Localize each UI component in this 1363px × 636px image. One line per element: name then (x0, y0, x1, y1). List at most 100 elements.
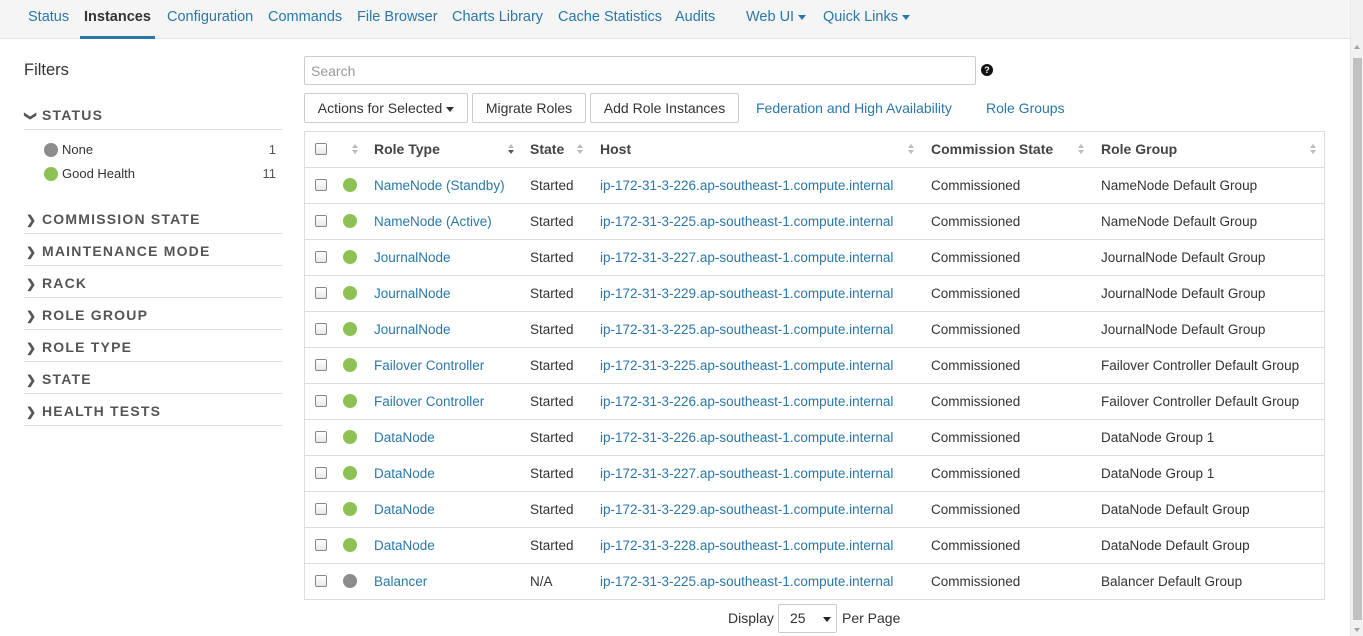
page-scrollbar[interactable] (1350, 0, 1363, 636)
filter-section-rack[interactable]: ❯ RACK (24, 274, 282, 298)
sort-role-group-icon[interactable] (1310, 144, 1316, 155)
filter-section-role-type[interactable]: ❯ ROLE TYPE (24, 338, 282, 362)
scroll-up-icon[interactable] (1354, 45, 1360, 49)
commission-state-cell: Commissioned (931, 538, 1021, 553)
table-row[interactable]: Failover Controller Started ip-172-31-3-22… (305, 347, 1324, 383)
column-header-role-type[interactable]: Role Type (374, 132, 440, 167)
host-link[interactable]: ip-172-31-3-226.ap-southeast-1.compute.i… (600, 420, 893, 455)
role-type-link[interactable]: NameNode (Active) (374, 204, 492, 239)
tab-status[interactable]: Status (28, 0, 69, 39)
row-checkbox[interactable] (315, 179, 327, 191)
role-type-link[interactable]: Balancer (374, 564, 427, 599)
search-input[interactable] (304, 56, 976, 85)
row-checkbox[interactable] (315, 359, 327, 371)
tab-instances[interactable]: Instances (80, 0, 155, 39)
sort-desc-icon[interactable] (508, 144, 514, 155)
sort-host-icon[interactable] (908, 144, 914, 155)
table-row[interactable]: NameNode (Standby) Started ip-172-31-3-226… (305, 167, 1324, 203)
host-link[interactable]: ip-172-31-3-226.ap-southeast-1.compute.i… (600, 384, 893, 419)
federation-ha-link[interactable]: Federation and High Availability (756, 100, 952, 116)
row-checkbox[interactable] (315, 395, 327, 407)
row-checkbox[interactable] (315, 251, 327, 263)
scroll-down-icon[interactable] (1354, 628, 1360, 632)
host-link[interactable]: ip-172-31-3-228.ap-southeast-1.compute.i… (600, 528, 893, 563)
table-row[interactable]: Balancer N/A ip-172-31-3-225.ap-southeast-… (305, 563, 1324, 599)
role-type-link[interactable]: Failover Controller (374, 384, 484, 419)
filter-section-commission-state[interactable]: ❯ COMMISSION STATE (24, 210, 282, 234)
filter-section-status[interactable]: ❯ STATUS (24, 106, 282, 130)
host-link[interactable]: ip-172-31-3-225.ap-southeast-1.compute.i… (600, 348, 893, 383)
sort-health-icon[interactable] (352, 144, 358, 155)
table-row[interactable]: DataNode Started ip-172-31-3-229.ap-southe… (305, 491, 1324, 527)
row-checkbox[interactable] (315, 539, 327, 551)
chevron-right-icon: ❯ (26, 341, 37, 355)
column-header-role-group[interactable]: Role Group (1101, 132, 1177, 167)
host-link[interactable]: ip-172-31-3-225.ap-southeast-1.compute.i… (600, 312, 893, 347)
table-row[interactable]: DataNode Started ip-172-31-3-227.ap-southe… (305, 455, 1324, 491)
actions-for-selected-button[interactable]: Actions for Selected (304, 93, 468, 123)
table-row[interactable]: JournalNode Started ip-172-31-3-227.ap-sou… (305, 239, 1324, 275)
host-link[interactable]: ip-172-31-3-229.ap-southeast-1.compute.i… (600, 492, 893, 527)
tab-file-browser[interactable]: File Browser (357, 0, 438, 39)
filter-section-health-tests[interactable]: ❯ HEALTH TESTS (24, 402, 282, 426)
commission-state-cell: Commissioned (931, 250, 1021, 265)
table-row[interactable]: JournalNode Started ip-172-31-3-225.ap-sou… (305, 311, 1324, 347)
role-type-link[interactable]: JournalNode (374, 312, 451, 347)
tab-audits[interactable]: Audits (675, 0, 715, 39)
role-groups-link[interactable]: Role Groups (986, 100, 1065, 116)
row-checkbox[interactable] (315, 323, 327, 335)
column-header-commission-state[interactable]: Commission State (931, 132, 1053, 167)
commission-state-cell: Commissioned (931, 286, 1021, 301)
tab-configuration[interactable]: Configuration (167, 0, 253, 39)
role-type-link[interactable]: NameNode (Standby) (374, 168, 505, 203)
host-link[interactable]: ip-172-31-3-225.ap-southeast-1.compute.i… (600, 204, 893, 239)
add-role-instances-button[interactable]: Add Role Instances (590, 93, 739, 123)
tab-charts-library[interactable]: Charts Library (452, 0, 543, 39)
row-checkbox[interactable] (315, 575, 327, 587)
sort-state-icon[interactable] (577, 144, 583, 155)
filter-item-count: 11 (262, 166, 277, 181)
menu-web-ui[interactable]: Web UI (746, 0, 807, 39)
scrollbar-thumb[interactable] (1353, 58, 1362, 620)
row-checkbox[interactable] (315, 287, 327, 299)
host-link[interactable]: ip-172-31-3-225.ap-southeast-1.compute.i… (600, 564, 893, 599)
column-header-state[interactable]: State (530, 132, 564, 167)
role-type-link[interactable]: DataNode (374, 528, 435, 563)
host-link[interactable]: ip-172-31-3-229.ap-southeast-1.compute.i… (600, 276, 893, 311)
role-type-link[interactable]: DataNode (374, 456, 435, 491)
tab-cache-statistics[interactable]: Cache Statistics (558, 0, 662, 39)
filter-section-state[interactable]: ❯ STATE (24, 370, 282, 394)
select-all-checkbox[interactable] (315, 143, 327, 155)
row-checkbox[interactable] (315, 467, 327, 479)
column-header-host[interactable]: Host (600, 132, 631, 167)
table-row[interactable]: Failover Controller Started ip-172-31-3-22… (305, 383, 1324, 419)
tab-commands[interactable]: Commands (268, 0, 342, 39)
role-type-link[interactable]: DataNode (374, 492, 435, 527)
filter-item-good-health[interactable]: Good Health 11 (44, 165, 276, 185)
table-row[interactable]: DataNode Started ip-172-31-3-226.ap-southe… (305, 419, 1324, 455)
commission-state-cell: Commissioned (931, 502, 1021, 517)
host-link[interactable]: ip-172-31-3-227.ap-southeast-1.compute.i… (600, 456, 893, 491)
host-link[interactable]: ip-172-31-3-226.ap-southeast-1.compute.i… (600, 168, 893, 203)
role-type-link[interactable]: DataNode (374, 420, 435, 455)
filter-section-role-group[interactable]: ❯ ROLE GROUP (24, 306, 282, 330)
table-row[interactable]: JournalNode Started ip-172-31-3-229.ap-sou… (305, 275, 1324, 311)
filter-item-none[interactable]: None 1 (44, 141, 276, 161)
filter-section-maintenance-mode[interactable]: ❯ MAINTENANCE MODE (24, 242, 282, 266)
table-row[interactable]: NameNode (Active) Started ip-172-31-3-225.… (305, 203, 1324, 239)
role-group-cell: Balancer Default Group (1101, 574, 1243, 589)
row-checkbox[interactable] (315, 215, 327, 227)
host-link[interactable]: ip-172-31-3-227.ap-southeast-1.compute.i… (600, 240, 893, 275)
role-type-link[interactable]: JournalNode (374, 276, 451, 311)
role-type-link[interactable]: JournalNode (374, 240, 451, 275)
chevron-right-icon: ❯ (26, 213, 37, 227)
migrate-roles-button[interactable]: Migrate Roles (472, 93, 586, 123)
menu-quick-links[interactable]: Quick Links (823, 0, 910, 39)
row-checkbox[interactable] (315, 503, 327, 515)
table-row[interactable]: DataNode Started ip-172-31-3-228.ap-southe… (305, 527, 1324, 563)
help-icon[interactable]: ? (981, 64, 993, 76)
per-page-select[interactable]: 25 (778, 604, 837, 633)
row-checkbox[interactable] (315, 431, 327, 443)
role-type-link[interactable]: Failover Controller (374, 348, 484, 383)
sort-commission-state-icon[interactable] (1078, 144, 1084, 155)
